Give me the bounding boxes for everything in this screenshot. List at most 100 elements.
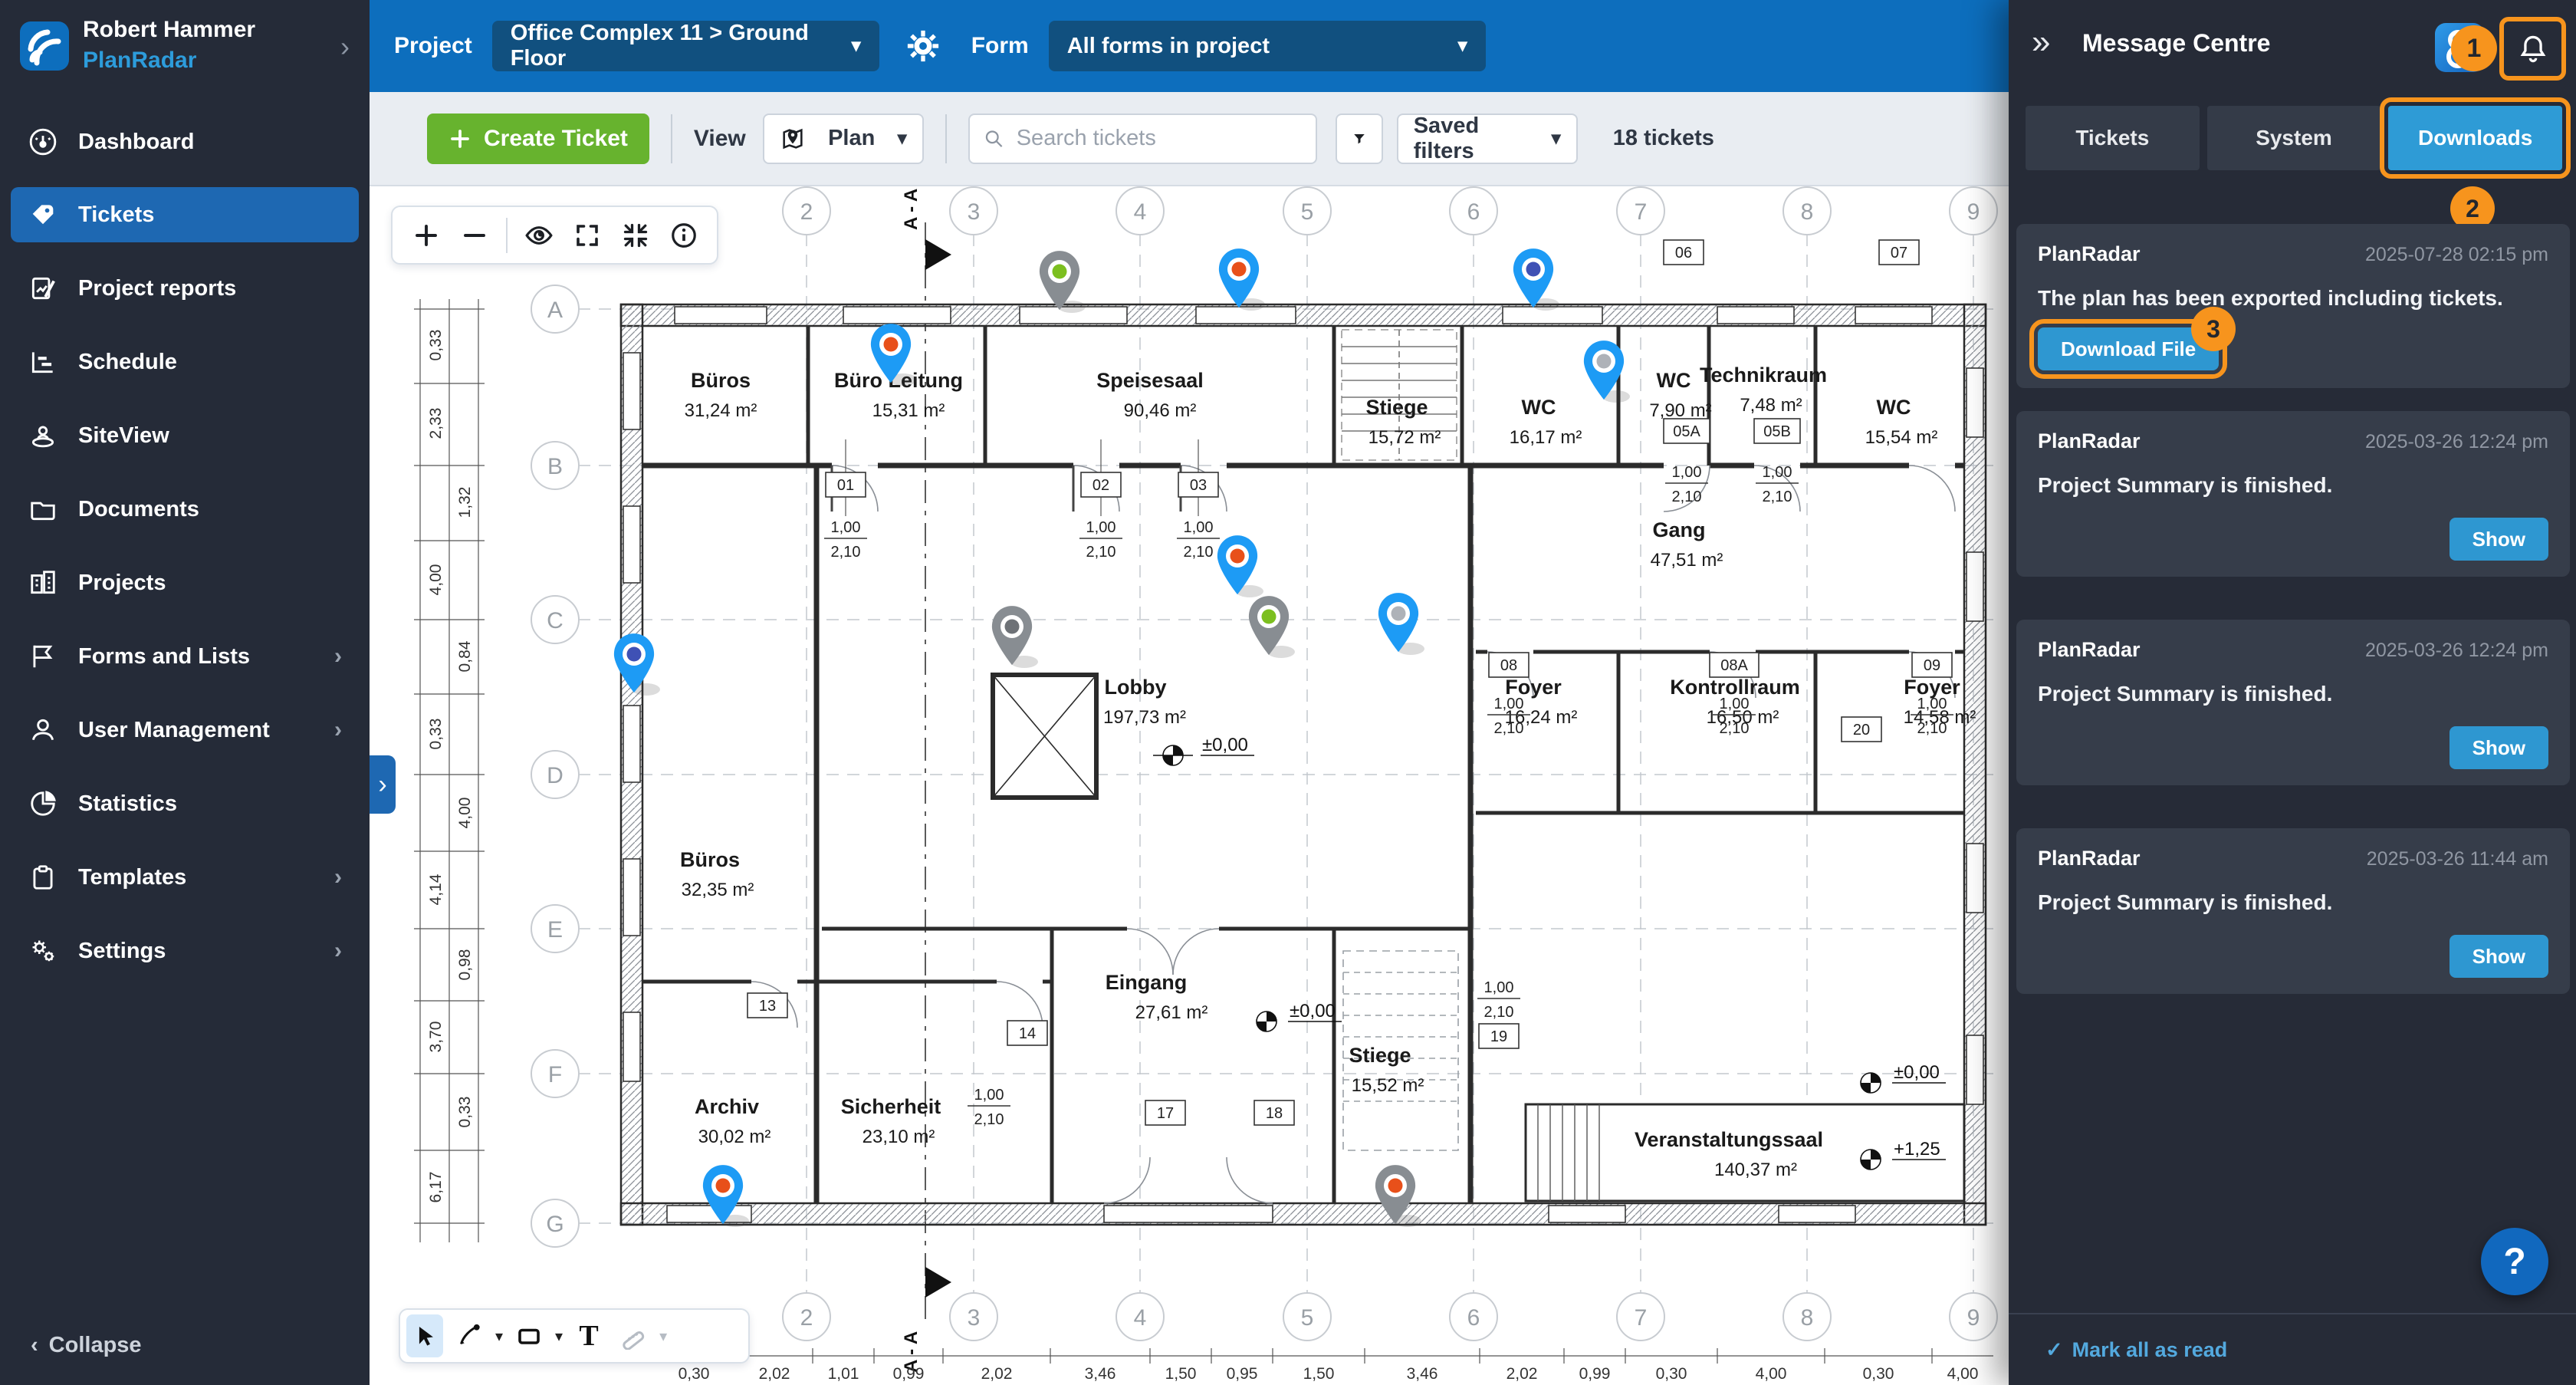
sidebar-item-forms-and-lists[interactable]: Forms and Lists › (11, 629, 359, 684)
svg-text:05A: 05A (1673, 423, 1700, 440)
show-button[interactable]: Show (2450, 518, 2548, 561)
header-bar: Project Office Complex 11 > Ground Floor… (370, 0, 2009, 92)
sidebar-item-projects[interactable]: Projects (11, 555, 359, 610)
notifications-bell-button[interactable] (2499, 17, 2566, 81)
ticket-pin[interactable] (1584, 340, 1630, 403)
ticket-pin[interactable] (992, 606, 1038, 668)
svg-text:0,99: 0,99 (1579, 1365, 1611, 1383)
user-icon (28, 715, 58, 745)
panel-title: Message Centre (2082, 29, 2270, 58)
saved-filters-dropdown[interactable]: Saved filters ▾ (1397, 113, 1578, 164)
form-selector[interactable]: All forms in project ▾ (1049, 21, 1486, 71)
sidebar-item-templates[interactable]: Templates › (11, 850, 359, 905)
svg-text:15,72 m²: 15,72 m² (1368, 427, 1441, 448)
mark-all-read-link[interactable]: ✓ Mark all as read (2009, 1313, 2576, 1385)
sidebar-item-statistics[interactable]: Statistics (11, 776, 359, 831)
tab-tickets[interactable]: Tickets (2026, 106, 2200, 170)
ticket-pin[interactable] (1217, 535, 1263, 597)
zoom-out-button[interactable] (458, 219, 491, 252)
tab-downloads[interactable]: Downloads (2388, 106, 2562, 170)
svg-text:Büros: Büros (680, 848, 740, 871)
project-selector[interactable]: Office Complex 11 > Ground Floor ▾ (492, 21, 879, 71)
svg-text:E: E (547, 917, 563, 943)
create-ticket-button[interactable]: Create Ticket (427, 113, 649, 164)
sidebar-collapse-button[interactable]: ‹ Collapse (31, 1333, 142, 1358)
svg-text:5: 5 (1301, 1305, 1314, 1331)
show-button[interactable]: Show (2450, 726, 2548, 769)
account-switcher[interactable]: Robert Hammer PlanRadar › (0, 0, 370, 100)
plan-viewport[interactable]: A - A A - A 2 3 4 5 6 7 8 9 2 3 4 5 6 7 (370, 186, 2009, 1385)
svg-text:1,32: 1,32 (456, 487, 474, 518)
sidebar-item-documents[interactable]: Documents (11, 482, 359, 537)
info-button[interactable] (667, 219, 701, 252)
clipboard-icon (28, 862, 58, 893)
plus-icon (449, 127, 472, 150)
ticket-pin[interactable] (1249, 596, 1295, 658)
panel-collapse-icon[interactable]: » (2032, 23, 2050, 61)
svg-text:1,00: 1,00 (1763, 464, 1792, 481)
svg-text:A - A: A - A (901, 189, 922, 230)
notification-body: Project Summary is finished. (2038, 682, 2548, 706)
sidebar-item-label: Documents (78, 497, 199, 522)
chevron-right-icon: › (334, 717, 342, 743)
grid-row-bubbles: A B C D E F G (531, 285, 579, 1247)
svg-text:Gang: Gang (1652, 518, 1705, 541)
user-name: Robert Hammer (83, 17, 255, 43)
fullscreen-button[interactable] (570, 219, 604, 252)
svg-text:F: F (548, 1062, 562, 1087)
search-input[interactable] (1015, 125, 1302, 152)
sidebar-item-user-management[interactable]: User Management › (11, 702, 359, 758)
ticket-pins[interactable] (614, 248, 1630, 1227)
svg-text:2,33: 2,33 (427, 408, 445, 439)
show-button[interactable]: Show (2450, 935, 2548, 978)
text-tool[interactable]: T (570, 1314, 607, 1357)
svg-text:2,02: 2,02 (1506, 1365, 1538, 1383)
svg-text:Lobby: Lobby (1105, 676, 1167, 699)
pen-tool[interactable] (451, 1314, 488, 1357)
ticket-pin[interactable] (1378, 593, 1424, 655)
sidebar-item-settings[interactable]: Settings › (11, 923, 359, 979)
select-cursor-tool[interactable] (406, 1314, 443, 1357)
notification-sender: PlanRadar (2038, 847, 2141, 870)
project-settings-gear[interactable] (905, 28, 941, 64)
svg-text:4,00: 4,00 (1756, 1365, 1787, 1383)
svg-text:140,37 m²: 140,37 m² (1714, 1160, 1797, 1180)
sidebar-item-schedule[interactable]: Schedule (11, 334, 359, 390)
chevron-down-icon[interactable]: ▾ (555, 1327, 563, 1346)
fit-to-screen-button[interactable] (619, 219, 652, 252)
svg-text:2,10: 2,10 (1720, 720, 1750, 737)
ticket-pin[interactable] (1219, 248, 1265, 311)
chevron-down-icon[interactable]: ▾ (495, 1327, 503, 1346)
section-line: A - A A - A (901, 189, 951, 1373)
visibility-eye-button[interactable] (522, 219, 556, 252)
ticket-pin[interactable] (1513, 248, 1559, 311)
annotation-step-3: 3 (2191, 307, 2236, 351)
annotation-step-1: 1 (2451, 25, 2497, 71)
saved-filters-label: Saved filters (1414, 113, 1539, 164)
svg-text:WC: WC (1522, 396, 1556, 419)
project-label: Project (394, 33, 472, 59)
chevron-down-icon: ▾ (852, 37, 861, 55)
sidebar-item-project-reports[interactable]: Project reports (11, 261, 359, 316)
notification-time: 2025-03-26 12:24 pm (2365, 431, 2548, 453)
sidebar-item-dashboard[interactable]: Dashboard (11, 114, 359, 169)
sidebar-item-label: Tickets (78, 202, 154, 228)
svg-text:3: 3 (968, 1305, 981, 1331)
svg-text:47,51 m²: 47,51 m² (1651, 550, 1723, 571)
tab-system[interactable]: System (2207, 106, 2381, 170)
folder-icon (28, 494, 58, 525)
svg-text:32,35 m²: 32,35 m² (682, 880, 754, 900)
panel-expander-button[interactable]: › (370, 755, 396, 814)
view-selector[interactable]: Plan ▾ (763, 113, 924, 164)
svg-text:B: B (547, 454, 563, 479)
sidebar-item-siteview[interactable]: SiteView (11, 408, 359, 463)
sidebar-item-tickets[interactable]: Tickets (11, 187, 359, 242)
svg-text:4,00: 4,00 (1947, 1365, 1979, 1383)
filter-button[interactable] (1336, 113, 1383, 164)
shape-tool[interactable] (511, 1314, 547, 1357)
zoom-in-button[interactable] (409, 219, 443, 252)
interior-walls (642, 326, 1964, 1203)
svg-text:3,70: 3,70 (427, 1021, 445, 1053)
svg-text:27,61 m²: 27,61 m² (1135, 1002, 1208, 1023)
help-button[interactable]: ? (2481, 1228, 2548, 1295)
